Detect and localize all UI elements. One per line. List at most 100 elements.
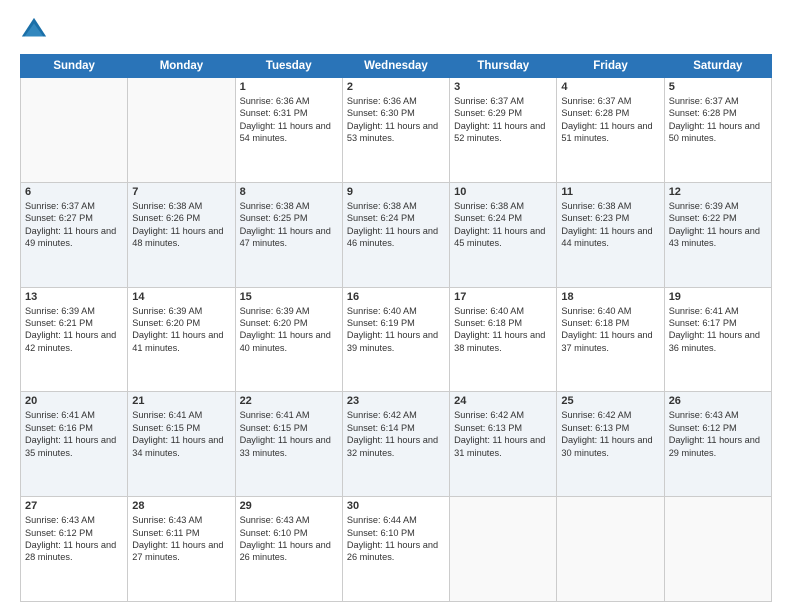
day-number: 7 [132, 186, 230, 198]
cell-info: Daylight: 11 hours and 48 minutes. [132, 225, 230, 250]
cell-info: Sunrise: 6:37 AM [561, 95, 659, 107]
day-number: 9 [347, 186, 445, 198]
calendar-week-row: 27Sunrise: 6:43 AMSunset: 6:12 PMDayligh… [21, 497, 772, 602]
calendar-cell: 5Sunrise: 6:37 AMSunset: 6:28 PMDaylight… [664, 78, 771, 183]
calendar-cell: 16 Sunrise: 6:40 AMSunset: 6:19 PMDayligh… [342, 287, 449, 392]
cell-info: Daylight: 11 hours and 36 minutes. [669, 329, 767, 354]
logo [20, 16, 50, 44]
calendar-cell [557, 497, 664, 602]
calendar-cell: 8Sunrise: 6:38 AMSunset: 6:25 PMDaylight… [235, 182, 342, 287]
day-number: 25 [561, 395, 659, 407]
cell-info: Sunset: 6:24 PM [347, 212, 445, 224]
day-number: 14 [132, 291, 230, 303]
cell-info: Sunset: 6:25 PM [240, 212, 338, 224]
day-header-saturday: Saturday [664, 55, 771, 78]
cell-info: Sunset: 6:26 PM [132, 212, 230, 224]
page: SundayMondayTuesdayWednesdayThursdayFrid… [0, 0, 792, 612]
cell-info: Sunset: 6:14 PM [347, 422, 445, 434]
cell-info: Sunset: 6:10 PM [240, 527, 338, 539]
day-number: 30 [347, 500, 445, 512]
cell-info: Daylight: 11 hours and 35 minutes. [25, 434, 123, 459]
cell-info: Sunrise: 6:39 AM [132, 305, 230, 317]
calendar-cell: 18Sunrise: 6:40 AMSunset: 6:18 PMDayligh… [557, 287, 664, 392]
cell-info: Sunset: 6:19 PM [347, 317, 445, 329]
cell-info: Sunset: 6:28 PM [561, 107, 659, 119]
cell-info: Sunrise: 6:39 AM [240, 305, 338, 317]
cell-info: Daylight: 11 hours and 39 minutes. [347, 329, 445, 354]
calendar-week-row: 13Sunrise: 6:39 AMSunset: 6:21 PMDayligh… [21, 287, 772, 392]
cell-info: Sunset: 6:12 PM [669, 422, 767, 434]
cell-info: Sunrise: 6:36 AM [347, 95, 445, 107]
day-header-sunday: Sunday [21, 55, 128, 78]
calendar-cell: 26Sunrise: 6:43 AMSunset: 6:12 PMDayligh… [664, 392, 771, 497]
cell-info: Sunset: 6:13 PM [561, 422, 659, 434]
day-number: 16 [347, 291, 445, 303]
cell-info: Daylight: 11 hours and 41 minutes. [132, 329, 230, 354]
cell-info: Sunrise: 6:43 AM [25, 514, 123, 526]
cell-info: Sunset: 6:20 PM [132, 317, 230, 329]
cell-info: Sunset: 6:23 PM [561, 212, 659, 224]
calendar-cell: 15Sunrise: 6:39 AMSunset: 6:20 PMDayligh… [235, 287, 342, 392]
cell-info: Sunrise: 6:42 AM [347, 409, 445, 421]
cell-info: Sunset: 6:20 PM [240, 317, 338, 329]
cell-info: Daylight: 11 hours and 44 minutes. [561, 225, 659, 250]
calendar-cell: 12Sunrise: 6:39 AMSunset: 6:22 PMDayligh… [664, 182, 771, 287]
cell-info: Sunset: 6:18 PM [561, 317, 659, 329]
cell-info: Daylight: 11 hours and 26 minutes. [347, 539, 445, 564]
calendar-cell: 27Sunrise: 6:43 AMSunset: 6:12 PMDayligh… [21, 497, 128, 602]
day-header-friday: Friday [557, 55, 664, 78]
cell-info: Daylight: 11 hours and 32 minutes. [347, 434, 445, 459]
cell-info: Sunrise: 6:42 AM [454, 409, 552, 421]
cell-info: Sunrise: 6:38 AM [132, 200, 230, 212]
calendar-cell: 30 Sunrise: 6:44 AMSunset: 6:10 PMDayligh… [342, 497, 449, 602]
cell-info: Sunrise: 6:38 AM [240, 200, 338, 212]
cell-info: Sunrise: 6:42 AM [561, 409, 659, 421]
cell-info: Sunrise: 6:38 AM [561, 200, 659, 212]
cell-info: Sunrise: 6:43 AM [240, 514, 338, 526]
cell-info: Daylight: 11 hours and 27 minutes. [132, 539, 230, 564]
cell-info: Sunset: 6:10 PM [347, 527, 445, 539]
day-number: 28 [132, 500, 230, 512]
calendar-cell: 19Sunrise: 6:41 AMSunset: 6:17 PMDayligh… [664, 287, 771, 392]
day-number: 19 [669, 291, 767, 303]
calendar-header-row: SundayMondayTuesdayWednesdayThursdayFrid… [21, 55, 772, 78]
day-number: 21 [132, 395, 230, 407]
calendar-cell [21, 78, 128, 183]
cell-info: Daylight: 11 hours and 40 minutes. [240, 329, 338, 354]
day-number: 18 [561, 291, 659, 303]
cell-info: Sunrise: 6:41 AM [132, 409, 230, 421]
cell-info: Sunrise: 6:39 AM [669, 200, 767, 212]
calendar-cell: 13Sunrise: 6:39 AMSunset: 6:21 PMDayligh… [21, 287, 128, 392]
cell-info: Sunset: 6:28 PM [669, 107, 767, 119]
day-number: 29 [240, 500, 338, 512]
cell-info: Sunset: 6:12 PM [25, 527, 123, 539]
cell-info: Daylight: 11 hours and 29 minutes. [669, 434, 767, 459]
day-number: 6 [25, 186, 123, 198]
day-number: 27 [25, 500, 123, 512]
day-number: 4 [561, 81, 659, 93]
day-number: 23 [347, 395, 445, 407]
logo-icon [20, 16, 48, 44]
day-header-thursday: Thursday [450, 55, 557, 78]
cell-info: Sunrise: 6:39 AM [25, 305, 123, 317]
cell-info: Sunrise: 6:40 AM [561, 305, 659, 317]
calendar-week-row: 20Sunrise: 6:41 AMSunset: 6:16 PMDayligh… [21, 392, 772, 497]
day-number: 10 [454, 186, 552, 198]
calendar-week-row: 6Sunrise: 6:37 AMSunset: 6:27 PMDaylight… [21, 182, 772, 287]
day-number: 17 [454, 291, 552, 303]
day-number: 20 [25, 395, 123, 407]
cell-info: Sunrise: 6:37 AM [454, 95, 552, 107]
cell-info: Sunset: 6:13 PM [454, 422, 552, 434]
cell-info: Sunrise: 6:44 AM [347, 514, 445, 526]
cell-info: Daylight: 11 hours and 30 minutes. [561, 434, 659, 459]
day-number: 2 [347, 81, 445, 93]
day-number: 3 [454, 81, 552, 93]
calendar-cell: 7 Sunrise: 6:38 AMSunset: 6:26 PMDaylight… [128, 182, 235, 287]
cell-info: Sunset: 6:24 PM [454, 212, 552, 224]
day-number: 26 [669, 395, 767, 407]
cell-info: Sunrise: 6:41 AM [25, 409, 123, 421]
calendar-cell: 20Sunrise: 6:41 AMSunset: 6:16 PMDayligh… [21, 392, 128, 497]
calendar-cell: 25 Sunrise: 6:42 AMSunset: 6:13 PMDayligh… [557, 392, 664, 497]
cell-info: Sunrise: 6:40 AM [347, 305, 445, 317]
day-number: 12 [669, 186, 767, 198]
